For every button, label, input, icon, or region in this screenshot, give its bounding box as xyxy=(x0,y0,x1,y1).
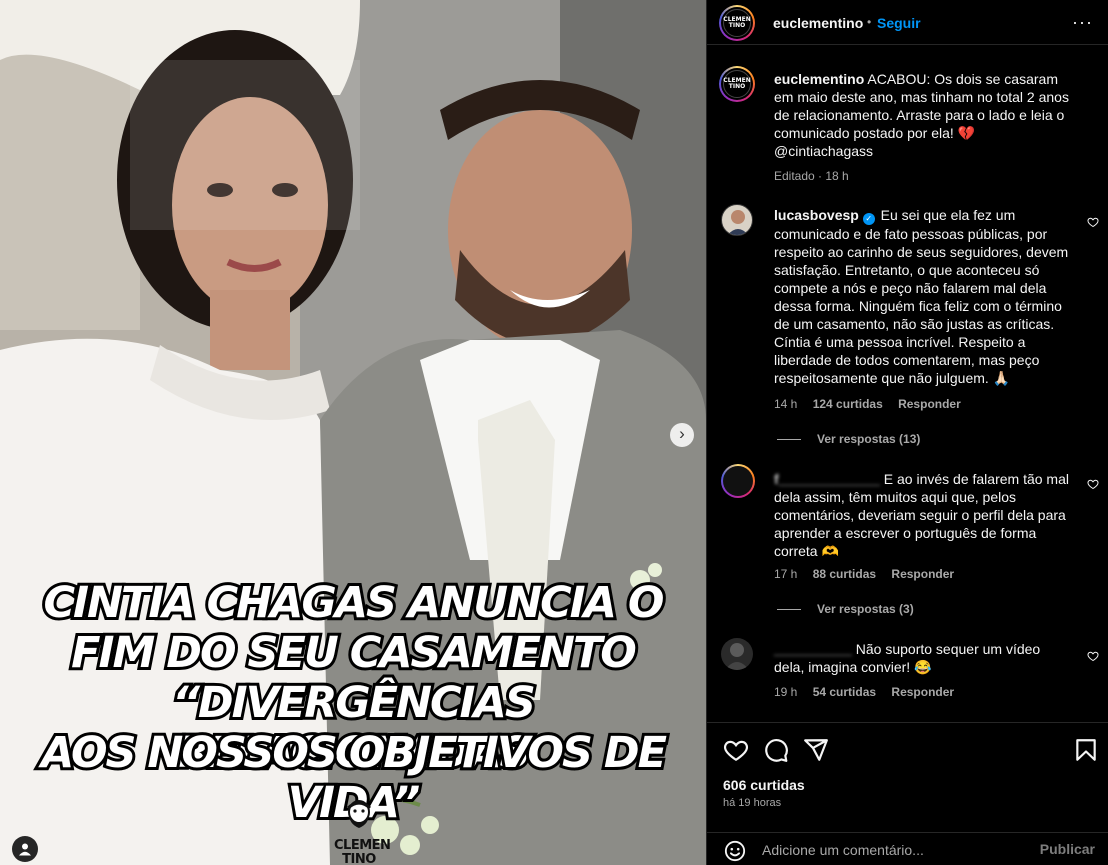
heart-icon[interactable] xyxy=(1087,650,1099,662)
next-arrow-icon[interactable]: › xyxy=(670,423,694,447)
add-comment-bar: Publicar xyxy=(707,832,1108,865)
emoji-icon[interactable] xyxy=(724,840,746,862)
watermark-text: CLEMEN xyxy=(334,838,391,853)
heart-icon[interactable] xyxy=(1087,216,1099,228)
replies-divider xyxy=(777,609,801,611)
comment-text: __________ Não suporto sequer um vídeo d… xyxy=(774,640,1074,676)
bookmark-icon[interactable] xyxy=(1073,737,1099,763)
share-icon[interactable] xyxy=(803,737,829,763)
commenter-username[interactable]: __________ xyxy=(774,640,852,658)
more-options-icon[interactable]: ··· xyxy=(1072,12,1093,33)
caption-meta: Editado · 18 h xyxy=(774,169,849,183)
reply-button[interactable]: Responder xyxy=(891,567,954,581)
logo-subtext: TINO xyxy=(728,22,746,29)
comment-meta: 17 h 88 curtidas Responder xyxy=(774,567,966,581)
follow-button[interactable]: Seguir xyxy=(877,15,921,31)
comment-body: Eu sei que ela fez um comunicado e de fa… xyxy=(774,207,1069,386)
replies-label: Ver respostas (3) xyxy=(817,602,914,616)
avatar-photo xyxy=(727,210,749,235)
caption-username[interactable]: euclementino xyxy=(774,71,864,87)
headline-line: CINTIA CHAGAS ANUNCIA O xyxy=(41,575,668,631)
commenter-username[interactable]: f_____________ xyxy=(774,470,880,488)
comment-input[interactable] xyxy=(762,837,1022,863)
clementino-watermark-logo: CLEMEN TINO xyxy=(334,800,391,865)
publish-button[interactable]: Publicar xyxy=(1040,841,1095,857)
verified-badge-icon: ✓ xyxy=(862,213,875,225)
clementino-logo: CLEMEN TINO xyxy=(723,9,751,37)
post-headline: CINTIA CHAGAS ANUNCIA O FIM DO SEU CASAM… xyxy=(0,575,706,831)
comment-likes[interactable]: 88 curtidas xyxy=(813,567,876,581)
comment-time: 14 h xyxy=(774,397,798,411)
comment-meta: 14 h 124 curtidas Responder xyxy=(774,397,973,411)
person-icon xyxy=(19,843,31,856)
caption-avatar[interactable]: CLEMEN TINO xyxy=(719,66,755,102)
commenter-avatar[interactable] xyxy=(721,464,755,498)
commenter-avatar[interactable] xyxy=(721,638,753,670)
reply-button[interactable]: Responder xyxy=(891,685,954,699)
headline-line: “DIVERGÊNCIAS RELACIONADAS xyxy=(169,675,539,781)
comment-time: 17 h xyxy=(774,567,798,581)
view-replies-button[interactable]: Ver respostas (3) xyxy=(777,602,914,616)
reply-button[interactable]: Responder xyxy=(898,397,961,411)
post-image[interactable]: CINTIA CHAGAS ANUNCIA O FIM DO SEU CASAM… xyxy=(0,0,706,865)
view-replies-button[interactable]: Ver respostas (13) xyxy=(777,432,920,446)
author-username[interactable]: euclementino xyxy=(773,15,863,31)
comment-time: 19 h xyxy=(774,685,798,699)
clementino-logo: CLEMEN TINO xyxy=(723,70,751,98)
commenter-avatar[interactable] xyxy=(721,204,753,236)
replies-label: Ver respostas (13) xyxy=(817,432,921,446)
post-sidebar: CLEMEN TINO euclementino • Seguir ··· CL… xyxy=(706,0,1108,865)
header-separator: • xyxy=(867,15,872,29)
heart-icon[interactable] xyxy=(1087,478,1099,490)
post-header: CLEMEN TINO euclementino • Seguir ··· xyxy=(707,0,1108,45)
headline-line: FIM DO SEU CASAMENTO xyxy=(68,625,640,681)
caption-text: euclementino ACABOU: Os dois se casaram … xyxy=(774,70,1074,160)
replies-divider xyxy=(777,439,801,441)
watermark-subtext: TINO xyxy=(342,852,376,865)
post-actions: 606 curtidas há 19 horas Publicar xyxy=(707,722,1108,865)
comment-likes[interactable]: 54 curtidas xyxy=(813,685,876,699)
logo-subtext: TINO xyxy=(728,83,746,90)
comment-icon[interactable] xyxy=(763,737,789,763)
headline-line: AOS NOSSOS OBJETIVOS DE VIDA” xyxy=(38,725,670,831)
comment-likes[interactable]: 124 curtidas xyxy=(813,397,883,411)
comment-text: lucasbovesp ✓ Eu sei que ela fez um comu… xyxy=(774,206,1074,387)
heart-icon[interactable] xyxy=(723,737,749,763)
user-tag-icon[interactable] xyxy=(12,836,38,862)
post-time: há 19 horas xyxy=(723,797,782,809)
avatar-photo xyxy=(725,643,749,670)
comment-meta: 19 h 54 curtidas Responder xyxy=(774,685,966,699)
likes-count[interactable]: 606 curtidas xyxy=(723,777,805,793)
commenter-username[interactable]: lucasbovesp xyxy=(774,207,859,223)
comment-text: f_____________ E ao invés de falarem tão… xyxy=(774,470,1074,560)
author-avatar[interactable]: CLEMEN TINO xyxy=(719,5,755,41)
mascot-icon xyxy=(346,800,372,828)
